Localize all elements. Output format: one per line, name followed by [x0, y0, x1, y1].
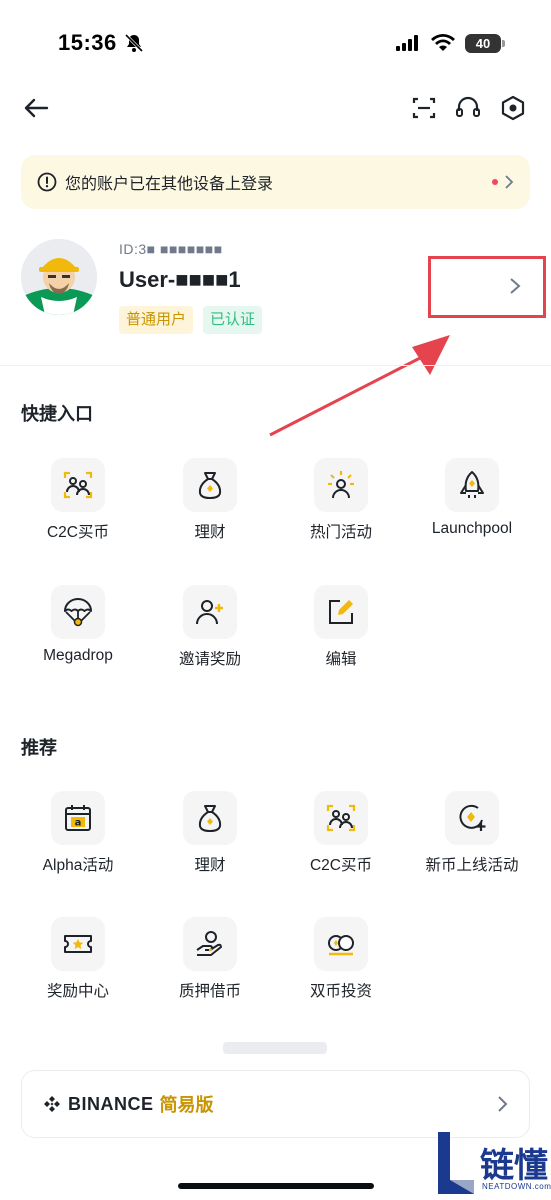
- recommended-dual-investment[interactable]: 双币投资: [276, 917, 406, 1027]
- watermark-subtext: NEATDOWN.com: [482, 1182, 551, 1191]
- edit-icon: [314, 585, 368, 639]
- verified-badge: 已认证: [203, 306, 263, 334]
- shortcut-label: Megadrop: [43, 647, 113, 664]
- watermark: 链懂 NEATDOWN.com: [436, 1130, 551, 1200]
- money-bag-icon: [183, 458, 237, 512]
- headset-icon: [456, 96, 480, 117]
- rocket-icon: [445, 458, 499, 512]
- recommended-label: 奖励中心: [46, 983, 109, 1000]
- watermark-text: 链懂: [480, 1146, 548, 1186]
- recommended-new-listing[interactable]: 新币上线活动: [407, 791, 537, 901]
- recommended-label: 新币上线活动: [425, 857, 519, 874]
- back-arrow-icon: [24, 98, 49, 118]
- alpha-calendar-icon: a: [51, 791, 105, 845]
- top-nav: [0, 88, 551, 128]
- shortcut-hot-activity[interactable]: 热门活动: [276, 458, 406, 568]
- settings-hexagon-icon: [501, 95, 525, 121]
- scan-button[interactable]: [408, 92, 440, 124]
- scan-icon: [412, 97, 436, 119]
- dual-coin-icon: [314, 917, 368, 971]
- c2c-users-icon: [314, 791, 368, 845]
- hot-activity-icon: [314, 458, 368, 512]
- user-level-badge: 普通用户: [119, 306, 194, 334]
- shortcut-launchpool[interactable]: Launchpool: [407, 458, 537, 568]
- user-id: ID:3■ ■■■■■■■: [119, 241, 223, 257]
- status-time: 15:36: [58, 30, 117, 55]
- shortcut-megadrop[interactable]: Megadrop: [13, 585, 143, 695]
- lite-brand-text: BINANCE: [68, 1093, 154, 1114]
- profile-card[interactable]: ID:3■ ■■■■■■■ User-■■■■1 普通用户 已认证: [0, 225, 551, 355]
- shortcut-label: C2C买币: [46, 524, 109, 541]
- recommended-reward-center[interactable]: 奖励中心: [13, 917, 143, 1027]
- unread-dot: [492, 179, 498, 185]
- chevron-right-icon: [505, 175, 514, 189]
- bell-off-icon: [124, 33, 144, 53]
- recommended-label: Alpha活动: [42, 857, 114, 874]
- chevron-right-icon[interactable]: [508, 276, 522, 296]
- recommended-label: C2C买币: [309, 857, 372, 874]
- wifi-icon: [431, 34, 455, 51]
- signal-icon: [396, 35, 418, 51]
- home-indicator: [178, 1183, 374, 1189]
- badge-row: 普通用户 已认证: [119, 306, 263, 334]
- shortcut-edit[interactable]: 编辑: [276, 585, 406, 695]
- login-notice-banner[interactable]: 您的账户已在其他设备上登录: [21, 155, 530, 209]
- battery-indicator: 40: [465, 34, 501, 53]
- shortcut-c2c[interactable]: C2C买币: [13, 458, 143, 568]
- recommended-alpha[interactable]: a Alpha活动: [13, 791, 143, 901]
- support-button[interactable]: [452, 92, 484, 124]
- recommended-label: 理财: [194, 857, 226, 874]
- loan-hand-icon: [183, 917, 237, 971]
- shortcut-label: 理财: [194, 524, 226, 541]
- alert-circle-icon: [37, 172, 57, 192]
- recommended-loan[interactable]: 质押借币: [145, 917, 275, 1027]
- settings-button[interactable]: [497, 92, 529, 124]
- notice-text: 您的账户已在其他设备上登录: [65, 176, 274, 193]
- shortcuts-title: 快捷入口: [21, 404, 93, 424]
- shortcut-label: 热门活动: [309, 524, 372, 541]
- status-bar: 15:36 40: [0, 0, 551, 80]
- shortcut-label: 邀请奖励: [178, 651, 241, 668]
- recommended-title: 推荐: [21, 738, 57, 758]
- shortcut-invite[interactable]: 邀请奖励: [145, 585, 275, 695]
- avatar-illustration: [21, 239, 97, 315]
- svg-text:a: a: [75, 818, 82, 829]
- recommended-label: 质押借币: [178, 983, 241, 1000]
- lite-mode-label: 简易版: [159, 1095, 214, 1115]
- recommended-label: 双币投资: [309, 983, 372, 1000]
- chevron-right-icon: [498, 1096, 508, 1112]
- c2c-users-icon: [51, 458, 105, 512]
- invite-user-icon: [183, 585, 237, 639]
- new-listing-icon: [445, 791, 499, 845]
- binance-logo-icon: [44, 1096, 60, 1112]
- recommended-c2c[interactable]: C2C买币: [276, 791, 406, 901]
- shortcut-earn[interactable]: 理财: [145, 458, 275, 568]
- reward-ticket-icon: [51, 917, 105, 971]
- username: User-■■■■1: [119, 267, 241, 292]
- money-bag-icon: [183, 791, 237, 845]
- back-button[interactable]: [20, 92, 52, 124]
- watermark-logo-icon: [438, 1132, 474, 1194]
- binance-lite-button[interactable]: BINANCE 简易版: [21, 1070, 530, 1138]
- shortcut-label: Launchpool: [431, 520, 513, 537]
- recommended-earn[interactable]: 理财: [145, 791, 275, 901]
- parachute-icon: [51, 585, 105, 639]
- shortcut-label: 编辑: [325, 651, 357, 668]
- scroll-indicator: [223, 1042, 327, 1054]
- section-divider: [0, 365, 551, 366]
- avatar[interactable]: [21, 239, 97, 315]
- battery-tip: [502, 40, 505, 47]
